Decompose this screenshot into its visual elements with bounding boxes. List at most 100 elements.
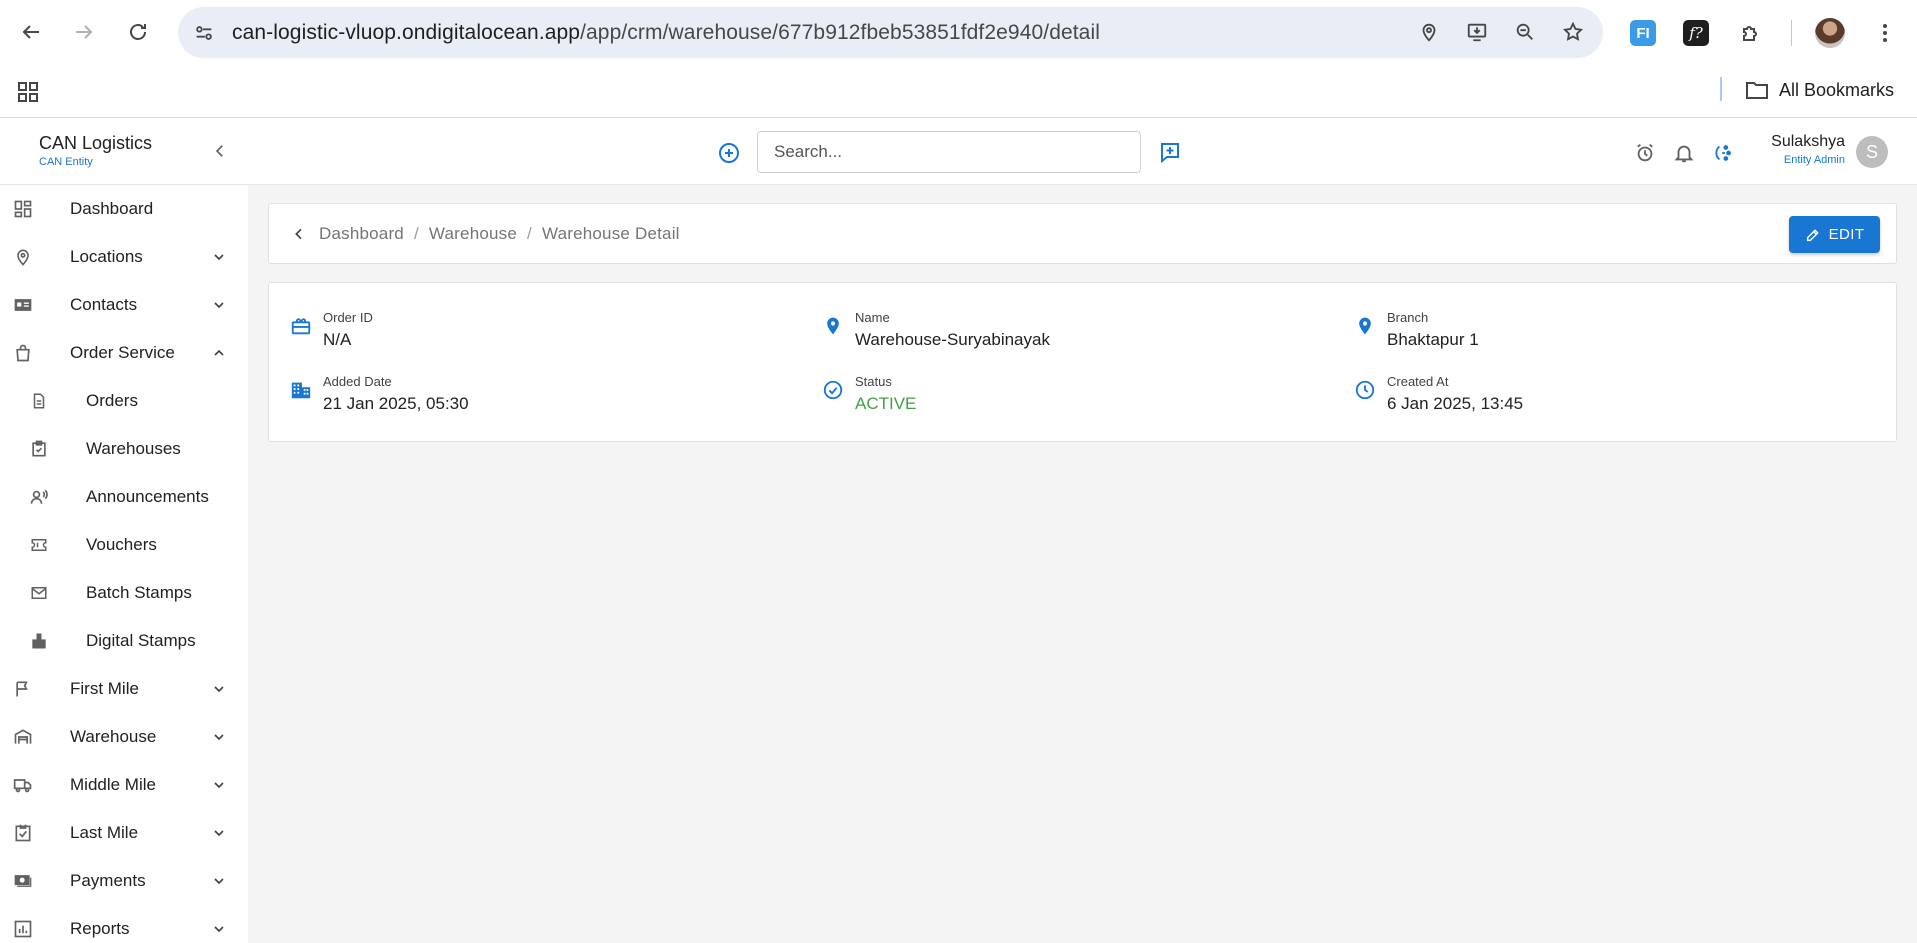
sidebar-item-label: Payments — [70, 871, 146, 890]
chevron-down-icon[interactable] — [208, 294, 230, 316]
sidebar-item-first-mile[interactable]: First Mile — [0, 665, 248, 713]
user-role: Entity Admin — [1783, 154, 1845, 166]
app-header: CAN Logistics CAN Entity Sulakshya Entit… — [0, 119, 1917, 185]
search-input[interactable] — [757, 131, 1141, 173]
alarm-clock-icon[interactable] — [1632, 140, 1658, 166]
chevron-down-icon[interactable] — [208, 822, 230, 844]
sidebar-item-label: Digital Stamps — [86, 631, 196, 650]
sidebar-item-order-service[interactable]: Order Service — [0, 329, 248, 377]
sidebar-item-label: Order Service — [70, 343, 175, 362]
collapse-sidebar-icon[interactable] — [208, 139, 232, 163]
field-value: Bhaktapur 1 — [1387, 330, 1479, 349]
address-bar[interactable]: can-logistic-vluop.ondigitalocean.app/ap… — [178, 7, 1603, 58]
contact-card-icon — [12, 294, 34, 316]
extension-formula-icon[interactable]: f? — [1676, 13, 1716, 53]
sidebar-item-label: Reports — [70, 919, 130, 938]
brand[interactable]: CAN Logistics CAN Entity — [39, 133, 152, 168]
main-content: Dashboard / Warehouse / Warehouse Detail… — [248, 185, 1917, 943]
chevron-down-icon[interactable] — [208, 246, 230, 268]
field-added-date: Added Date 21 Jan 2025, 05:30 — [289, 374, 789, 418]
sidebar-item-last-mile[interactable]: Last Mile — [0, 809, 248, 857]
field-order-id: Order ID N/A — [289, 310, 789, 354]
theme-customizer-icon[interactable] — [1711, 140, 1737, 166]
brand-title: CAN Logistics — [39, 133, 153, 153]
chevron-up-icon[interactable] — [208, 342, 230, 364]
sidebar-item-contacts[interactable]: Contacts — [0, 281, 248, 329]
breadcrumb: Dashboard / Warehouse / Warehouse Detail — [319, 224, 680, 244]
payments-icon — [12, 870, 34, 892]
extension-fi-icon[interactable]: FI — [1623, 13, 1663, 53]
reload-icon[interactable] — [118, 12, 158, 52]
url-text[interactable]: can-logistic-vluop.ondigitalocean.app/ap… — [232, 21, 1100, 45]
breadcrumb-dashboard[interactable]: Dashboard — [319, 224, 404, 244]
sidebar-item-warehouses[interactable]: Warehouses — [0, 425, 248, 473]
apps-grid-icon[interactable] — [14, 78, 42, 106]
sidebar-item-batch-stamps[interactable]: Batch Stamps — [0, 569, 248, 617]
sidebar: Dashboard Locations Contacts Order Servi… — [0, 185, 248, 943]
sidebar-item-label: Orders — [86, 391, 138, 410]
back-arrow-icon[interactable] — [11, 12, 51, 52]
user-info[interactable]: Sulakshya Entity Admin — [1755, 133, 1845, 166]
document-icon — [28, 390, 50, 412]
location-pin-icon — [821, 314, 845, 338]
sidebar-item-label: Vouchers — [86, 535, 157, 554]
sidebar-item-label: Dashboard — [70, 199, 154, 218]
all-bookmarks-button[interactable]: All Bookmarks — [1745, 75, 1894, 105]
brand-subtitle: CAN Entity — [39, 156, 93, 168]
stamp-icon — [28, 630, 50, 652]
warehouse-icon — [12, 726, 34, 748]
sidebar-item-reports[interactable]: Reports — [0, 905, 248, 943]
status-value: ACTIVE — [855, 394, 917, 413]
bookmark-star-icon[interactable] — [1553, 12, 1593, 52]
sidebar-item-announcements[interactable]: Announcements — [0, 473, 248, 521]
add-circle-icon[interactable] — [716, 140, 742, 166]
sidebar-item-middle-mile[interactable]: Middle Mile — [0, 761, 248, 809]
field-label: Added Date — [323, 374, 392, 389]
sidebar-item-orders[interactable]: Orders — [0, 377, 248, 425]
sidebar-item-payments[interactable]: Payments — [0, 857, 248, 905]
sidebar-item-locations[interactable]: Locations — [0, 233, 248, 281]
forward-arrow-icon[interactable] — [64, 12, 104, 52]
sidebar-item-dashboard[interactable]: Dashboard — [0, 185, 248, 233]
breadcrumb-warehouse[interactable]: Warehouse — [429, 224, 517, 244]
sidebar-item-warehouse[interactable]: Warehouse — [0, 713, 248, 761]
checklist-icon — [12, 822, 34, 844]
profile-avatar[interactable] — [1810, 13, 1850, 53]
chevron-down-icon[interactable] — [208, 870, 230, 892]
clock-icon — [1353, 378, 1377, 402]
back-chevron-icon[interactable] — [287, 222, 311, 246]
check-circle-icon — [821, 378, 845, 402]
breadcrumb-separator: / — [413, 224, 419, 243]
edit-button[interactable]: EDIT — [1789, 216, 1880, 253]
notification-bell-icon[interactable] — [1671, 140, 1697, 166]
zoom-icon[interactable] — [1505, 12, 1545, 52]
chevron-down-icon[interactable] — [208, 726, 230, 748]
sidebar-item-label: Warehouses — [86, 439, 181, 458]
field-label: Created At — [1387, 374, 1449, 389]
location-icon[interactable] — [1409, 12, 1449, 52]
site-settings-icon[interactable] — [184, 13, 224, 53]
announcement-icon — [28, 486, 50, 508]
chevron-down-icon[interactable] — [208, 918, 230, 940]
more-menu-icon[interactable] — [1865, 13, 1905, 53]
warehouse-detail-card: Order ID N/A Name Warehouse-Suryabinayak… — [268, 282, 1897, 442]
chevron-down-icon[interactable] — [208, 774, 230, 796]
field-name: Name Warehouse-Suryabinayak — [821, 310, 1321, 354]
install-app-icon[interactable] — [1457, 12, 1497, 52]
location-pin-icon — [12, 246, 34, 268]
sidebar-item-digital-stamps[interactable]: Digital Stamps — [0, 617, 248, 665]
field-branch: Branch Bhaktapur 1 — [1353, 310, 1853, 354]
extensions-puzzle-icon[interactable] — [1731, 13, 1771, 53]
edit-button-label: EDIT — [1828, 226, 1865, 243]
warehouse-clipboard-icon — [28, 438, 50, 460]
add-box-icon[interactable] — [1157, 139, 1183, 165]
mail-icon — [28, 582, 50, 604]
reports-icon — [12, 918, 34, 940]
building-icon — [289, 378, 313, 402]
sidebar-item-vouchers[interactable]: Vouchers — [0, 521, 248, 569]
field-value: 21 Jan 2025, 05:30 — [323, 394, 469, 413]
user-avatar[interactable]: S — [1856, 136, 1888, 168]
browser-toolbar: can-logistic-vluop.ondigitalocean.app/ap… — [0, 0, 1917, 66]
chevron-down-icon[interactable] — [208, 678, 230, 700]
field-label: Status — [855, 374, 892, 389]
